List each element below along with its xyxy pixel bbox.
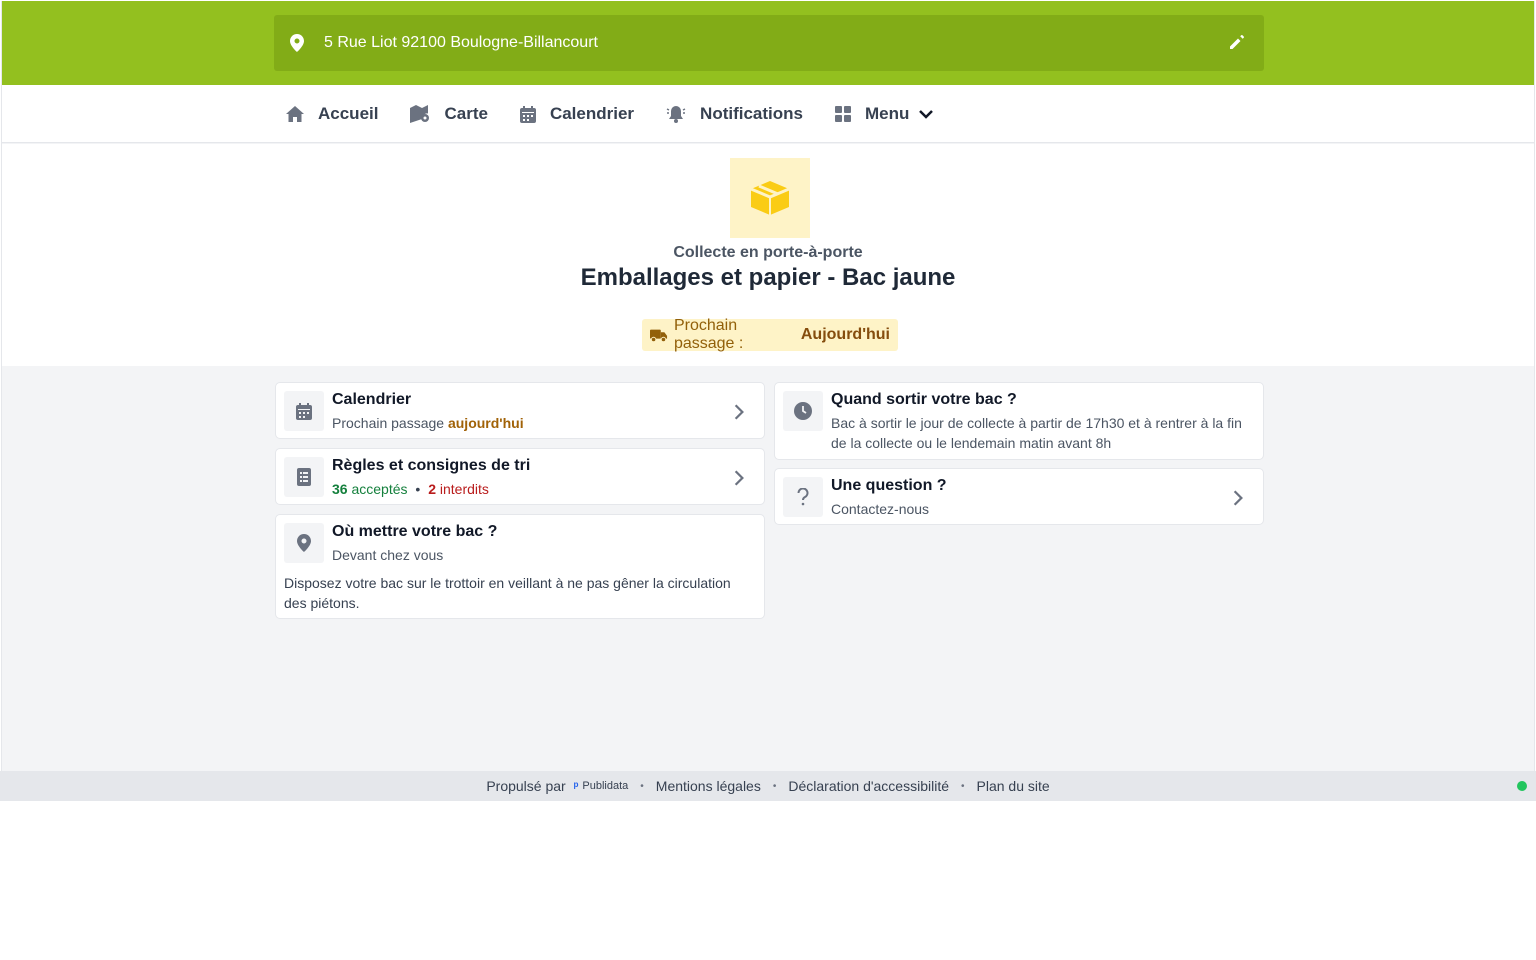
map-icon [410,105,430,123]
card-title: Calendrier [332,391,412,408]
calendar-card[interactable]: Calendrier Prochain passage aujourd'hui [275,382,765,439]
clock-icon [783,391,823,431]
home-icon [286,106,304,122]
location-pin-icon [284,523,324,563]
calendar-icon [519,105,536,123]
card-subtitle: Contactez-nous [831,501,930,517]
card-subtitle: 36 acceptés • 2 interdits [332,481,489,497]
nav-label: Carte [444,104,488,123]
card-subtitle: Prochain passage aujourd'hui [332,413,524,433]
footer: Propulsé par ᵖ Publidata • Mentions légal… [0,771,1536,801]
card-body: Disposez votre bac sur le trottoir en ve… [284,575,731,611]
address-text: 5 Rue Liot 92100 Boulogne-Billancourt [324,34,598,51]
nav-label: Menu [865,104,910,123]
badge-label: Prochain passage : [673,317,744,352]
nav-item-carte[interactable]: Carte [410,104,488,124]
accepted-label: acceptés [351,481,408,497]
chevron-right-icon [734,404,744,420]
nav-item-accueil[interactable]: Accueil [286,104,378,124]
nav-item-notifications[interactable]: Notifications [666,104,803,124]
footer-link-sitemap[interactable]: Plan du site [977,778,1050,794]
chevron-right-icon [734,470,744,486]
when-card: Quand sortir votre bac ? Bac à sortir le… [774,382,1264,460]
next-pickup-badge: Prochain passage : Aujourd'hui [642,317,898,352]
where-card: Où mettre votre bac ? Devant chez vous D… [275,514,765,619]
truck-icon [650,329,668,343]
hero-section: Collecte en porte-à-porte Emballages et … [2,144,1534,366]
box-icon [730,158,810,238]
address-bar[interactable]: 5 Rue Liot 92100 Boulogne-Billancourt [274,15,1264,71]
card-title: Quand sortir votre bac ? [831,391,1017,408]
collection-type: Collecte en porte-à-porte [673,244,863,261]
badge-value: Aujourd'hui [800,326,890,343]
publidata-logo[interactable]: ᵖ Publidata [574,779,629,793]
checklist-icon [284,457,324,497]
grid-icon [835,106,851,122]
bell-icon [666,106,686,123]
publidata-icon: ᵖ [573,779,579,793]
next-pickup-value: aujourd'hui [447,415,524,431]
page-title: Emballages et papier - Bac jaune [580,264,956,291]
next-pickup-prefix: Prochain passage [332,415,445,431]
nav-label: Notifications [700,104,803,123]
chevron-down-icon [919,109,934,119]
main-nav: Accueil Carte Calendrier Notifications M… [2,85,1534,143]
top-bar: 5 Rue Liot 92100 Boulogne-Billancourt [2,1,1534,85]
footer-link-mentions[interactable]: Mentions légales [656,778,761,794]
card-title: Une question ? [831,477,947,494]
footer-link-accessibility[interactable]: Déclaration d'accessibilité [788,778,949,794]
nav-label: Accueil [318,104,379,123]
nav-item-menu[interactable]: Menu [835,104,934,124]
question-card[interactable]: Une question ? Contactez-nous [774,468,1264,525]
chevron-right-icon [1233,490,1243,506]
card-title: Où mettre votre bac ? [332,523,498,540]
status-indicator [1517,781,1527,791]
question-mark-icon [783,477,823,517]
nav-label: Calendrier [549,104,635,123]
card-title: Règles et consignes de tri [332,457,531,474]
card-body: Bac à sortir le jour de collecte à parti… [831,415,1242,451]
rules-card[interactable]: Règles et consignes de tri 36 acceptés •… [275,448,765,505]
forbidden-label: interdits [439,481,489,497]
calendar-icon [284,391,324,431]
location-pin-icon [290,34,308,52]
app-frame: 5 Rue Liot 92100 Boulogne-Billancourt Ac… [1,1,1535,801]
forbidden-count: 2 [428,481,436,497]
accepted-count: 36 [332,481,348,497]
brand-name: Publidata [582,780,629,792]
edit-pencil-icon[interactable] [1228,33,1248,53]
nav-item-calendrier[interactable]: Calendrier [519,104,635,124]
card-subtitle: Devant chez vous [332,547,444,563]
powered-by-label: Propulsé par [486,778,566,794]
